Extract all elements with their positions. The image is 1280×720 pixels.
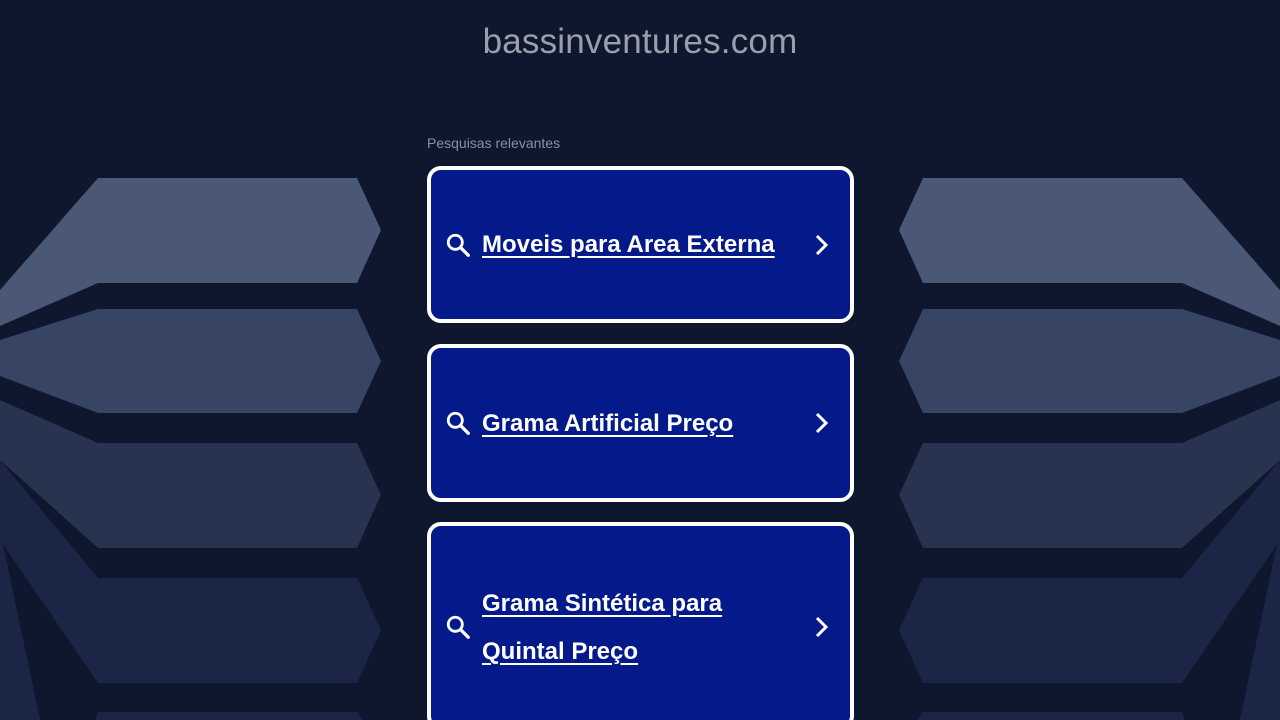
bg-shape-left-6	[95, 712, 362, 720]
search-icon	[446, 411, 470, 435]
related-search-link-3[interactable]: Grama Sintética para Quintal Preço	[482, 580, 762, 676]
chevron-right-icon	[815, 412, 829, 434]
related-search-card-3[interactable]: Grama Sintética para Quintal Preço	[427, 522, 854, 720]
bg-shape-right-1	[899, 178, 1280, 326]
chevron-right-icon	[815, 616, 829, 638]
related-search-card-2[interactable]: Grama Artificial Preço	[427, 344, 854, 502]
bg-shape-left-2	[0, 309, 381, 413]
related-searches-label: Pesquisas relevantes	[427, 135, 561, 151]
related-search-link-2[interactable]: Grama Artificial Preço	[482, 400, 782, 448]
chevron-right-icon	[815, 234, 829, 256]
search-icon	[446, 615, 470, 639]
bg-shape-right-3	[899, 400, 1280, 548]
bg-shape-left-1	[0, 178, 381, 326]
bg-shape-right-2	[899, 309, 1280, 413]
bg-shape-right-6	[918, 712, 1185, 720]
search-icon	[446, 233, 470, 257]
domain-title: bassinventures.com	[482, 22, 798, 61]
page: bassinventures.com Pesquisas relevantes …	[0, 0, 1280, 720]
related-search-card-1[interactable]: Moveis para Area Externa	[427, 166, 854, 323]
related-search-link-1[interactable]: Moveis para Area Externa	[482, 221, 802, 269]
bg-shape-left-3	[0, 400, 381, 548]
